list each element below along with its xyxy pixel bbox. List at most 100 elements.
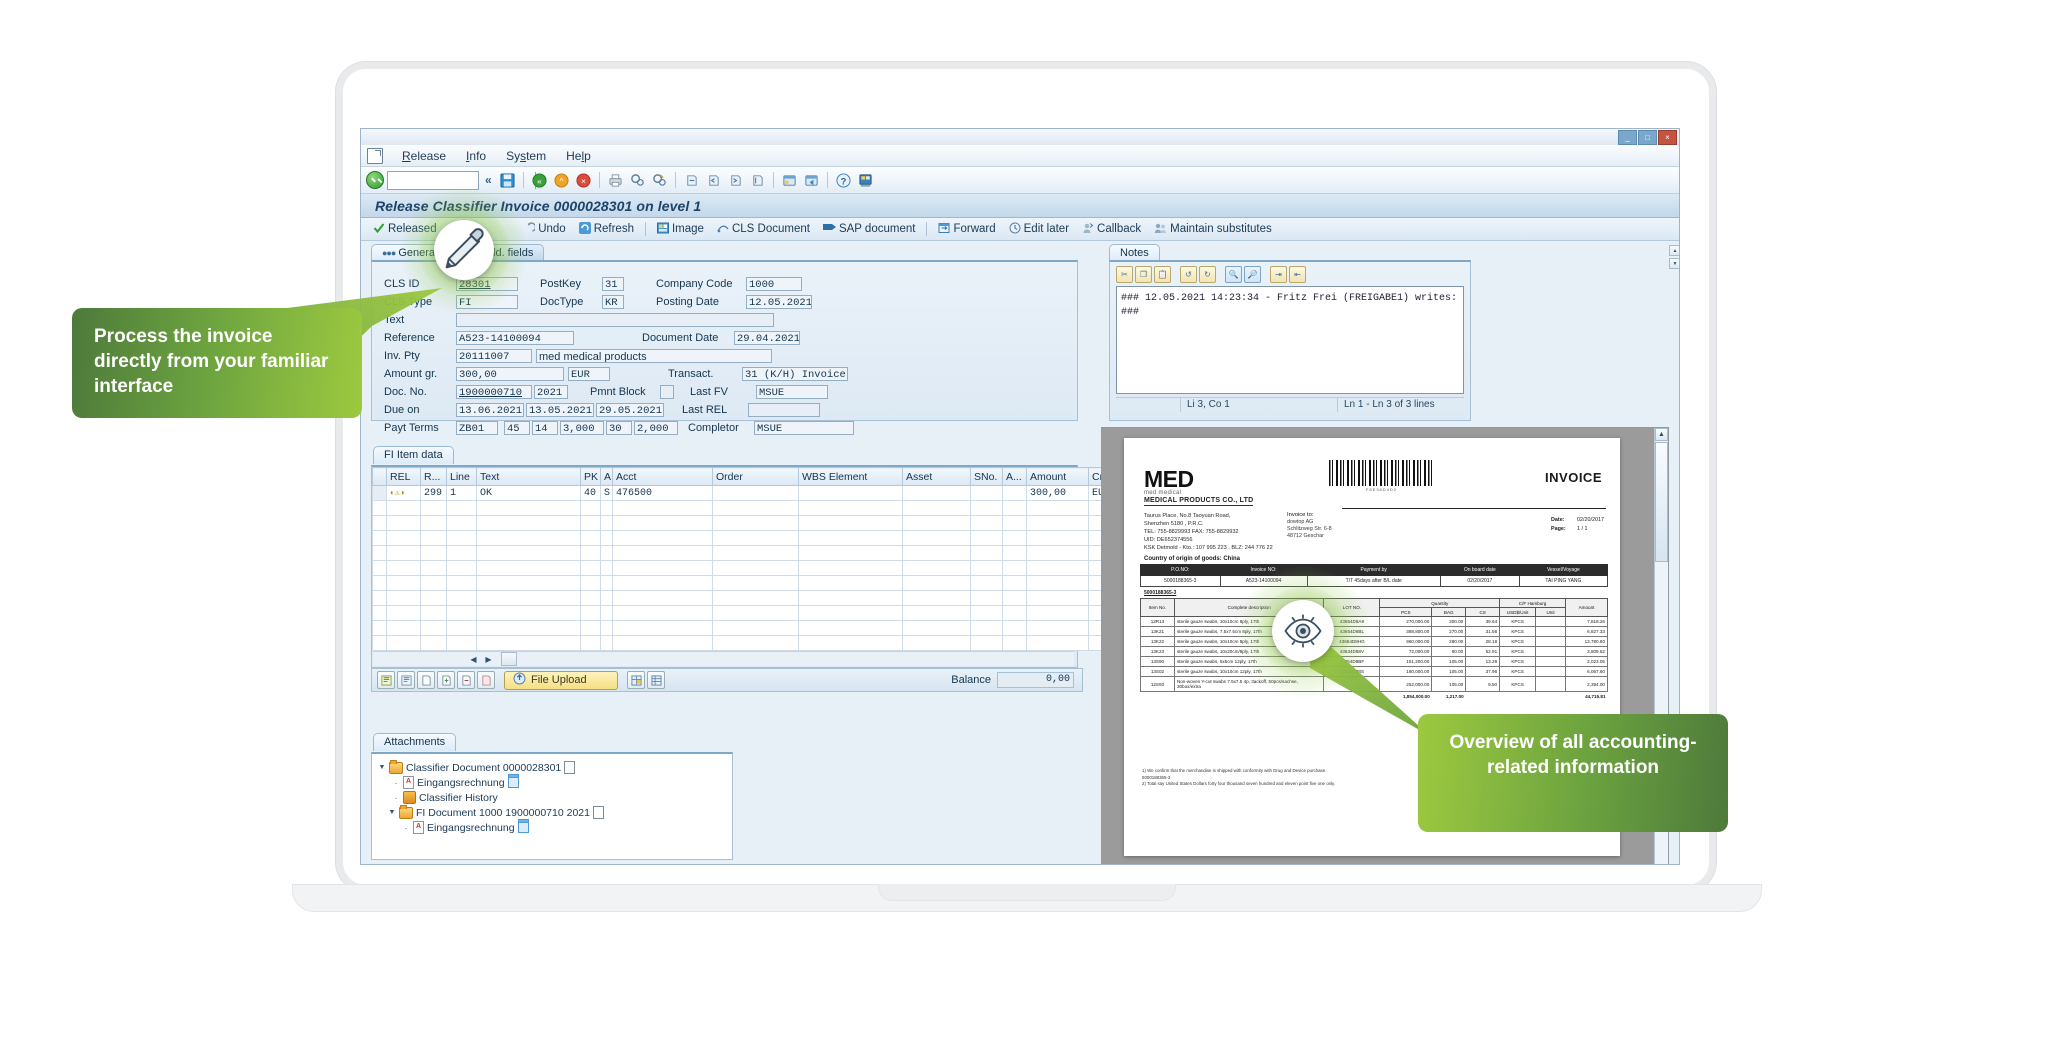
detail-alt-icon[interactable] bbox=[397, 671, 415, 689]
viewer-scroll-thumb[interactable] bbox=[1655, 442, 1668, 562]
previous-page-icon[interactable] bbox=[704, 171, 723, 190]
panel-splitter-controls[interactable]: ▲ ▼ bbox=[1669, 245, 1679, 269]
menu-item-help[interactable]: Help bbox=[557, 147, 600, 165]
list-item[interactable]: ▼ Classifier Document 0000028301 bbox=[378, 759, 732, 775]
paste-icon[interactable]: 📋 bbox=[1154, 266, 1171, 283]
next-page-icon[interactable] bbox=[726, 171, 745, 190]
table-row[interactable] bbox=[372, 620, 1137, 636]
due-on-2[interactable]: 13.05.2021 bbox=[526, 402, 594, 417]
forward-button[interactable]: Forward bbox=[932, 221, 1001, 238]
menu-item-system[interactable]: System bbox=[497, 147, 555, 165]
splitter-up-icon[interactable]: ▲ bbox=[1669, 245, 1679, 256]
exit-icon[interactable]: ^ bbox=[552, 171, 571, 190]
notes-textarea[interactable]: ### 12.05.2021 14:23:34 - Fritz Frei (FR… bbox=[1116, 286, 1464, 394]
copy-icon[interactable]: ❐ bbox=[1135, 266, 1152, 283]
shortcut-icon[interactable] bbox=[802, 171, 821, 190]
row-selector[interactable] bbox=[372, 485, 387, 501]
col-a2[interactable]: A... bbox=[1002, 467, 1027, 486]
col-select[interactable] bbox=[372, 467, 387, 486]
undo-icon[interactable]: ↺ bbox=[1180, 266, 1197, 283]
new-row-icon[interactable] bbox=[417, 671, 435, 689]
inv-pty-name[interactable]: med medical products bbox=[536, 348, 772, 363]
list-item[interactable]: · Classifier History bbox=[378, 790, 732, 805]
payt-2[interactable]: 45 bbox=[504, 420, 530, 435]
col-acct[interactable]: Acct bbox=[612, 467, 713, 486]
table-row[interactable] bbox=[372, 530, 1137, 546]
last-fv-value[interactable]: MSUE bbox=[756, 384, 828, 399]
col-wbs[interactable]: WBS Element bbox=[798, 467, 903, 486]
col-text[interactable]: Text bbox=[476, 467, 581, 486]
trash-icon[interactable] bbox=[517, 819, 529, 833]
cut-icon[interactable]: ✂ bbox=[1116, 266, 1133, 283]
image-button[interactable]: Image bbox=[651, 221, 710, 238]
payt-3[interactable]: 14 bbox=[532, 420, 558, 435]
table-row[interactable] bbox=[372, 500, 1137, 516]
table-row[interactable] bbox=[372, 605, 1137, 621]
chevron-down-icon[interactable]: ▼ bbox=[388, 809, 396, 816]
tab-attachments[interactable]: Attachments bbox=[373, 733, 457, 751]
file-upload-button[interactable]: File Upload bbox=[504, 670, 618, 690]
find-icon[interactable] bbox=[628, 171, 647, 190]
col-line[interactable]: Line bbox=[446, 467, 477, 486]
attachments-tree[interactable]: ▼ Classifier Document 0000028301 · A Ein… bbox=[371, 752, 733, 860]
minimize-button[interactable]: _ bbox=[1618, 130, 1637, 145]
cls-document-button[interactable]: CLS Document bbox=[711, 221, 816, 238]
text-value[interactable] bbox=[456, 312, 774, 327]
find-next-icon[interactable] bbox=[650, 171, 669, 190]
splitter-down-icon[interactable]: ▼ bbox=[1669, 258, 1679, 269]
tab-fi-item-data[interactable]: FI Item data bbox=[373, 446, 454, 464]
maximize-button[interactable]: □ bbox=[1638, 130, 1657, 145]
edit-later-button[interactable]: Edit later bbox=[1003, 221, 1075, 238]
posting-date-value[interactable]: 12.05.2021 bbox=[746, 294, 812, 309]
print-icon[interactable] bbox=[606, 171, 625, 190]
trash-icon[interactable] bbox=[507, 774, 519, 788]
last-rel-value[interactable] bbox=[748, 402, 820, 417]
list-item[interactable]: · A Eingangsrechnung bbox=[378, 819, 732, 835]
help-icon[interactable]: ? bbox=[834, 171, 853, 190]
close-button[interactable]: × bbox=[1658, 130, 1677, 145]
list-item[interactable]: · A Eingangsrechnung bbox=[378, 774, 732, 790]
col-amount[interactable]: Amount bbox=[1026, 467, 1089, 486]
first-page-icon[interactable] bbox=[682, 171, 701, 190]
table-row[interactable] bbox=[372, 575, 1137, 591]
delete-row-icon[interactable] bbox=[457, 671, 475, 689]
due-on-3[interactable]: 29.05.2021 bbox=[596, 402, 664, 417]
col-rel[interactable]: REL bbox=[386, 467, 421, 486]
payt-4[interactable]: 3,000 bbox=[560, 420, 604, 435]
payt-5[interactable]: 30 bbox=[606, 420, 632, 435]
payt-1[interactable]: ZB01 bbox=[456, 420, 498, 435]
doc-year-value[interactable]: 2021 bbox=[534, 384, 568, 399]
insert-row-icon[interactable] bbox=[437, 671, 455, 689]
collapse-toolbar-icon[interactable]: « bbox=[482, 173, 495, 187]
col-asset[interactable]: Asset bbox=[902, 467, 971, 486]
customize-layout-icon[interactable] bbox=[856, 171, 875, 190]
import-icon[interactable]: ⇥ bbox=[1270, 266, 1287, 283]
back-icon[interactable]: « bbox=[530, 171, 549, 190]
completor-value[interactable]: MSUE bbox=[754, 420, 854, 435]
page-icon[interactable] bbox=[592, 806, 604, 819]
table-row[interactable] bbox=[372, 635, 1137, 651]
layout-grid-icon[interactable] bbox=[627, 671, 645, 689]
menu-item-release[interactable]: RReleaseelease bbox=[393, 147, 455, 165]
table-row[interactable] bbox=[372, 560, 1137, 576]
cancel-icon[interactable]: × bbox=[574, 171, 593, 190]
layout-variant-icon[interactable] bbox=[647, 671, 665, 689]
chevron-down-icon[interactable]: ▼ bbox=[378, 764, 386, 771]
table-row[interactable] bbox=[372, 590, 1137, 606]
doctype-value[interactable]: KR bbox=[602, 294, 624, 309]
transact-value[interactable]: 31 (K/H) Invoice bbox=[742, 366, 848, 381]
table-row[interactable]: ◐⚠◑ 299 1 OK 40 S 476500 300,00 bbox=[372, 485, 1137, 501]
detail-icon[interactable] bbox=[377, 671, 395, 689]
col-pk[interactable]: PK bbox=[580, 467, 601, 486]
find-icon[interactable]: 🔍 bbox=[1225, 266, 1242, 283]
save-icon[interactable] bbox=[498, 171, 517, 190]
list-item[interactable]: ▼ FI Document 1000 1900000710 2021 bbox=[378, 804, 732, 820]
system-menu-icon[interactable] bbox=[367, 147, 383, 164]
postkey-value[interactable]: 31 bbox=[602, 276, 624, 291]
find-replace-icon[interactable]: 🔎 bbox=[1244, 266, 1261, 283]
sap-document-button[interactable]: SAP document bbox=[817, 221, 922, 237]
amount-value[interactable]: 300,00 bbox=[456, 366, 564, 381]
menu-item-info[interactable]: Info bbox=[457, 147, 495, 165]
scroll-thumb[interactable] bbox=[501, 652, 517, 666]
reference-value[interactable]: A523-14100094 bbox=[456, 330, 574, 345]
